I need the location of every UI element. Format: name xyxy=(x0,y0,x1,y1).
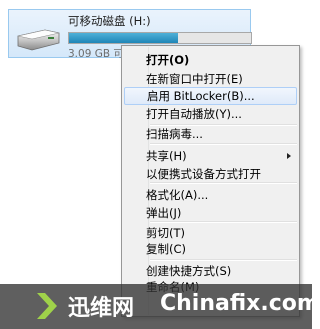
menu-item-share-label: 共享(H) xyxy=(146,149,187,163)
menu-item-open[interactable]: 打开(O) xyxy=(124,51,297,69)
menu-item-format[interactable]: 格式化(A)... xyxy=(124,186,297,204)
menu-separator xyxy=(150,221,297,223)
menu-item-open-new-window[interactable]: 在新窗口中打开(E) xyxy=(124,70,297,88)
watermark-cn-text: 迅维网 xyxy=(68,296,135,321)
drive-usage-fill xyxy=(69,33,179,43)
menu-separator xyxy=(150,259,297,261)
menu-item-scan-virus[interactable]: 扫描病毒... xyxy=(124,125,297,143)
context-menu: 打开(O) 在新窗口中打开(E) 启用 BitLocker(B)... 打开自动… xyxy=(121,45,300,317)
drive-usage-bar xyxy=(68,32,252,44)
watermark-en-text: Chinafix.com xyxy=(160,291,320,316)
menu-item-portable-device[interactable]: 以便携式设备方式打开 xyxy=(124,165,297,183)
menu-item-share[interactable]: 共享(H) xyxy=(124,147,297,165)
menu-item-eject[interactable]: 弹出(J) xyxy=(124,204,297,222)
menu-item-autoplay[interactable]: 打开自动播放(Y)... xyxy=(124,105,297,123)
menu-item-copy[interactable]: 复制(C) xyxy=(124,240,297,258)
watermark-logo-icon xyxy=(37,293,57,319)
menu-separator xyxy=(150,143,297,145)
menu-separator xyxy=(150,182,297,184)
usb-drive-icon xyxy=(17,29,60,51)
submenu-arrow-icon xyxy=(287,153,291,159)
drive-name: 可移动磁盘 (H:) xyxy=(68,14,151,28)
menu-item-bitlocker[interactable]: 启用 BitLocker(B)... xyxy=(124,87,297,105)
watermark-banner: 迅维网 Chinafix.com xyxy=(0,284,320,329)
